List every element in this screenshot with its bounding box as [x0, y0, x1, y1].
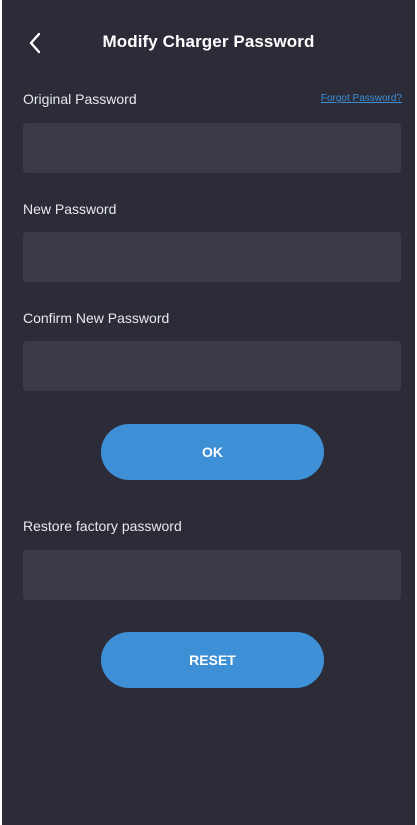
restore-factory-password-label: Restore factory password	[23, 518, 182, 534]
new-password-label: New Password	[23, 201, 117, 217]
reset-button[interactable]: RESET	[101, 632, 324, 688]
page-title: Modify Charger Password	[102, 32, 315, 51]
new-password-field[interactable]	[23, 232, 401, 282]
forgot-password-link[interactable]: Forgot Password?	[321, 93, 402, 104]
confirm-new-password-label: Confirm New Password	[23, 310, 170, 326]
ok-button[interactable]: OK	[101, 424, 324, 480]
confirm-new-password-field[interactable]	[23, 341, 401, 391]
original-password-label: Original Password	[23, 91, 137, 107]
header: Modify Charger Password	[2, 0, 415, 84]
restore-factory-password-field[interactable]	[23, 550, 401, 600]
modify-charger-password-screen: Modify Charger Password Original Passwor…	[2, 0, 415, 825]
original-password-field[interactable]	[23, 123, 401, 173]
